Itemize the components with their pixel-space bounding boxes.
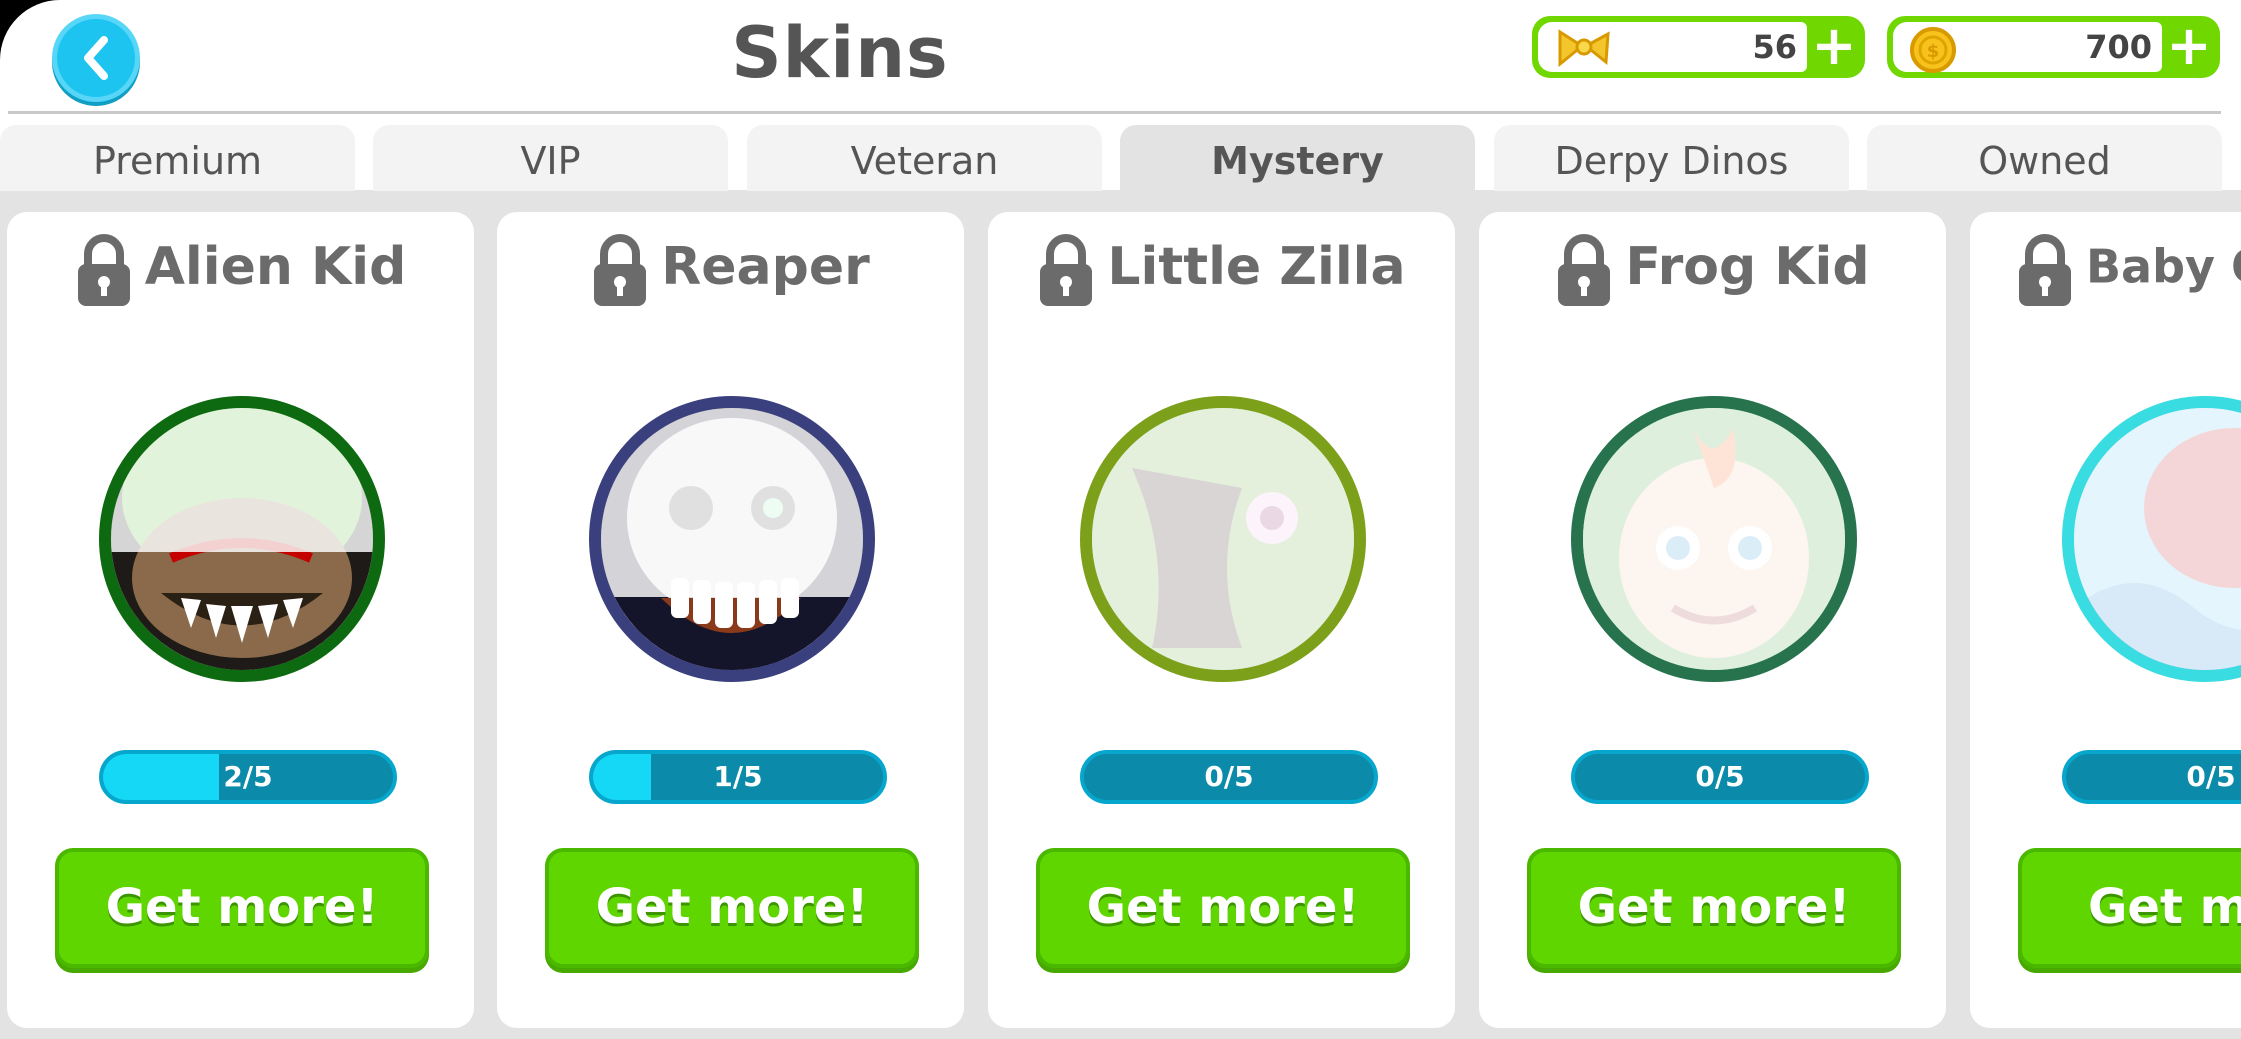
chevron-left-icon xyxy=(84,36,108,80)
progress-bar: 0/5 xyxy=(1080,750,1378,804)
get-more-button[interactable]: Get more! xyxy=(545,848,919,968)
add-bows-button[interactable]: + xyxy=(1811,19,1857,73)
skin-portrait xyxy=(1080,396,1366,682)
tab-owned[interactable]: Owned xyxy=(1867,125,2222,191)
add-coins-button[interactable]: + xyxy=(2166,19,2212,73)
bow-amount: 56 xyxy=(1752,28,1797,66)
skin-name: Alien Kid xyxy=(144,237,407,297)
get-more-button[interactable]: Get more! xyxy=(1036,848,1410,968)
coin-icon: $ xyxy=(1910,27,1956,73)
get-more-button[interactable]: Get mo xyxy=(2018,848,2241,968)
progress-bar: 0/5 xyxy=(2062,750,2241,804)
lock-icon xyxy=(594,234,647,306)
skin-portrait xyxy=(99,396,385,682)
get-more-button[interactable]: Get more! xyxy=(1527,848,1901,968)
skin-card-baby-o[interactable]: Baby O 0/5 Get mo xyxy=(1970,212,2241,1028)
progress-bar: 0/5 xyxy=(1571,750,1869,804)
tab-derpy-dinos[interactable]: Derpy Dinos xyxy=(1494,125,1849,191)
lock-icon xyxy=(1040,234,1093,306)
progress-label: 0/5 xyxy=(1695,760,1745,793)
skin-portrait xyxy=(589,396,875,682)
skin-name: Reaper xyxy=(661,237,870,297)
svg-text:$: $ xyxy=(1927,41,1940,62)
header-divider xyxy=(8,111,2221,114)
progress-label: 0/5 xyxy=(1204,760,1254,793)
progress-bar: 1/5 xyxy=(589,750,887,804)
lock-icon xyxy=(1558,234,1611,306)
progress-label: 0/5 xyxy=(2186,760,2236,793)
progress-label: 2/5 xyxy=(223,760,273,793)
lock-icon xyxy=(2019,234,2071,306)
tab-vip[interactable]: VIP xyxy=(373,125,728,191)
skin-name: Little Zilla xyxy=(1107,237,1406,297)
progress-bar: 2/5 xyxy=(99,750,397,804)
tab-premium[interactable]: Premium xyxy=(0,125,355,191)
skin-card-frog-kid[interactable]: Frog Kid 0/5 Get more! xyxy=(1479,212,1946,1028)
skin-name: Frog Kid xyxy=(1625,237,1870,297)
coin-currency-counter: $ 700 + xyxy=(1887,16,2220,78)
page-title: Skins xyxy=(731,12,949,94)
skin-portrait xyxy=(1571,396,1857,682)
lock-icon xyxy=(77,234,130,306)
progress-label: 1/5 xyxy=(713,760,763,793)
skin-card-little-zilla[interactable]: Little Zilla 0/5 Get more! xyxy=(988,212,1455,1028)
back-button[interactable] xyxy=(52,14,140,102)
tab-mystery[interactable]: Mystery xyxy=(1120,125,1475,191)
get-more-button[interactable]: Get more! xyxy=(55,848,429,968)
skin-name: Baby O xyxy=(2086,239,2241,294)
bow-currency-counter: 56 + xyxy=(1532,16,1865,78)
coin-amount: 700 xyxy=(2085,28,2152,66)
skin-card-reaper[interactable]: Reaper 1/5 Get more! xyxy=(497,212,964,1028)
skin-card-alien-kid[interactable]: Alien Kid 2/5 Get more! xyxy=(7,212,474,1028)
skin-portrait xyxy=(2062,396,2241,682)
tab-veteran[interactable]: Veteran xyxy=(747,125,1102,191)
bow-icon xyxy=(1558,29,1610,68)
skins-screen: Skins 56 + $ 700 + Premium VIP Veteran M… xyxy=(0,0,2241,1039)
